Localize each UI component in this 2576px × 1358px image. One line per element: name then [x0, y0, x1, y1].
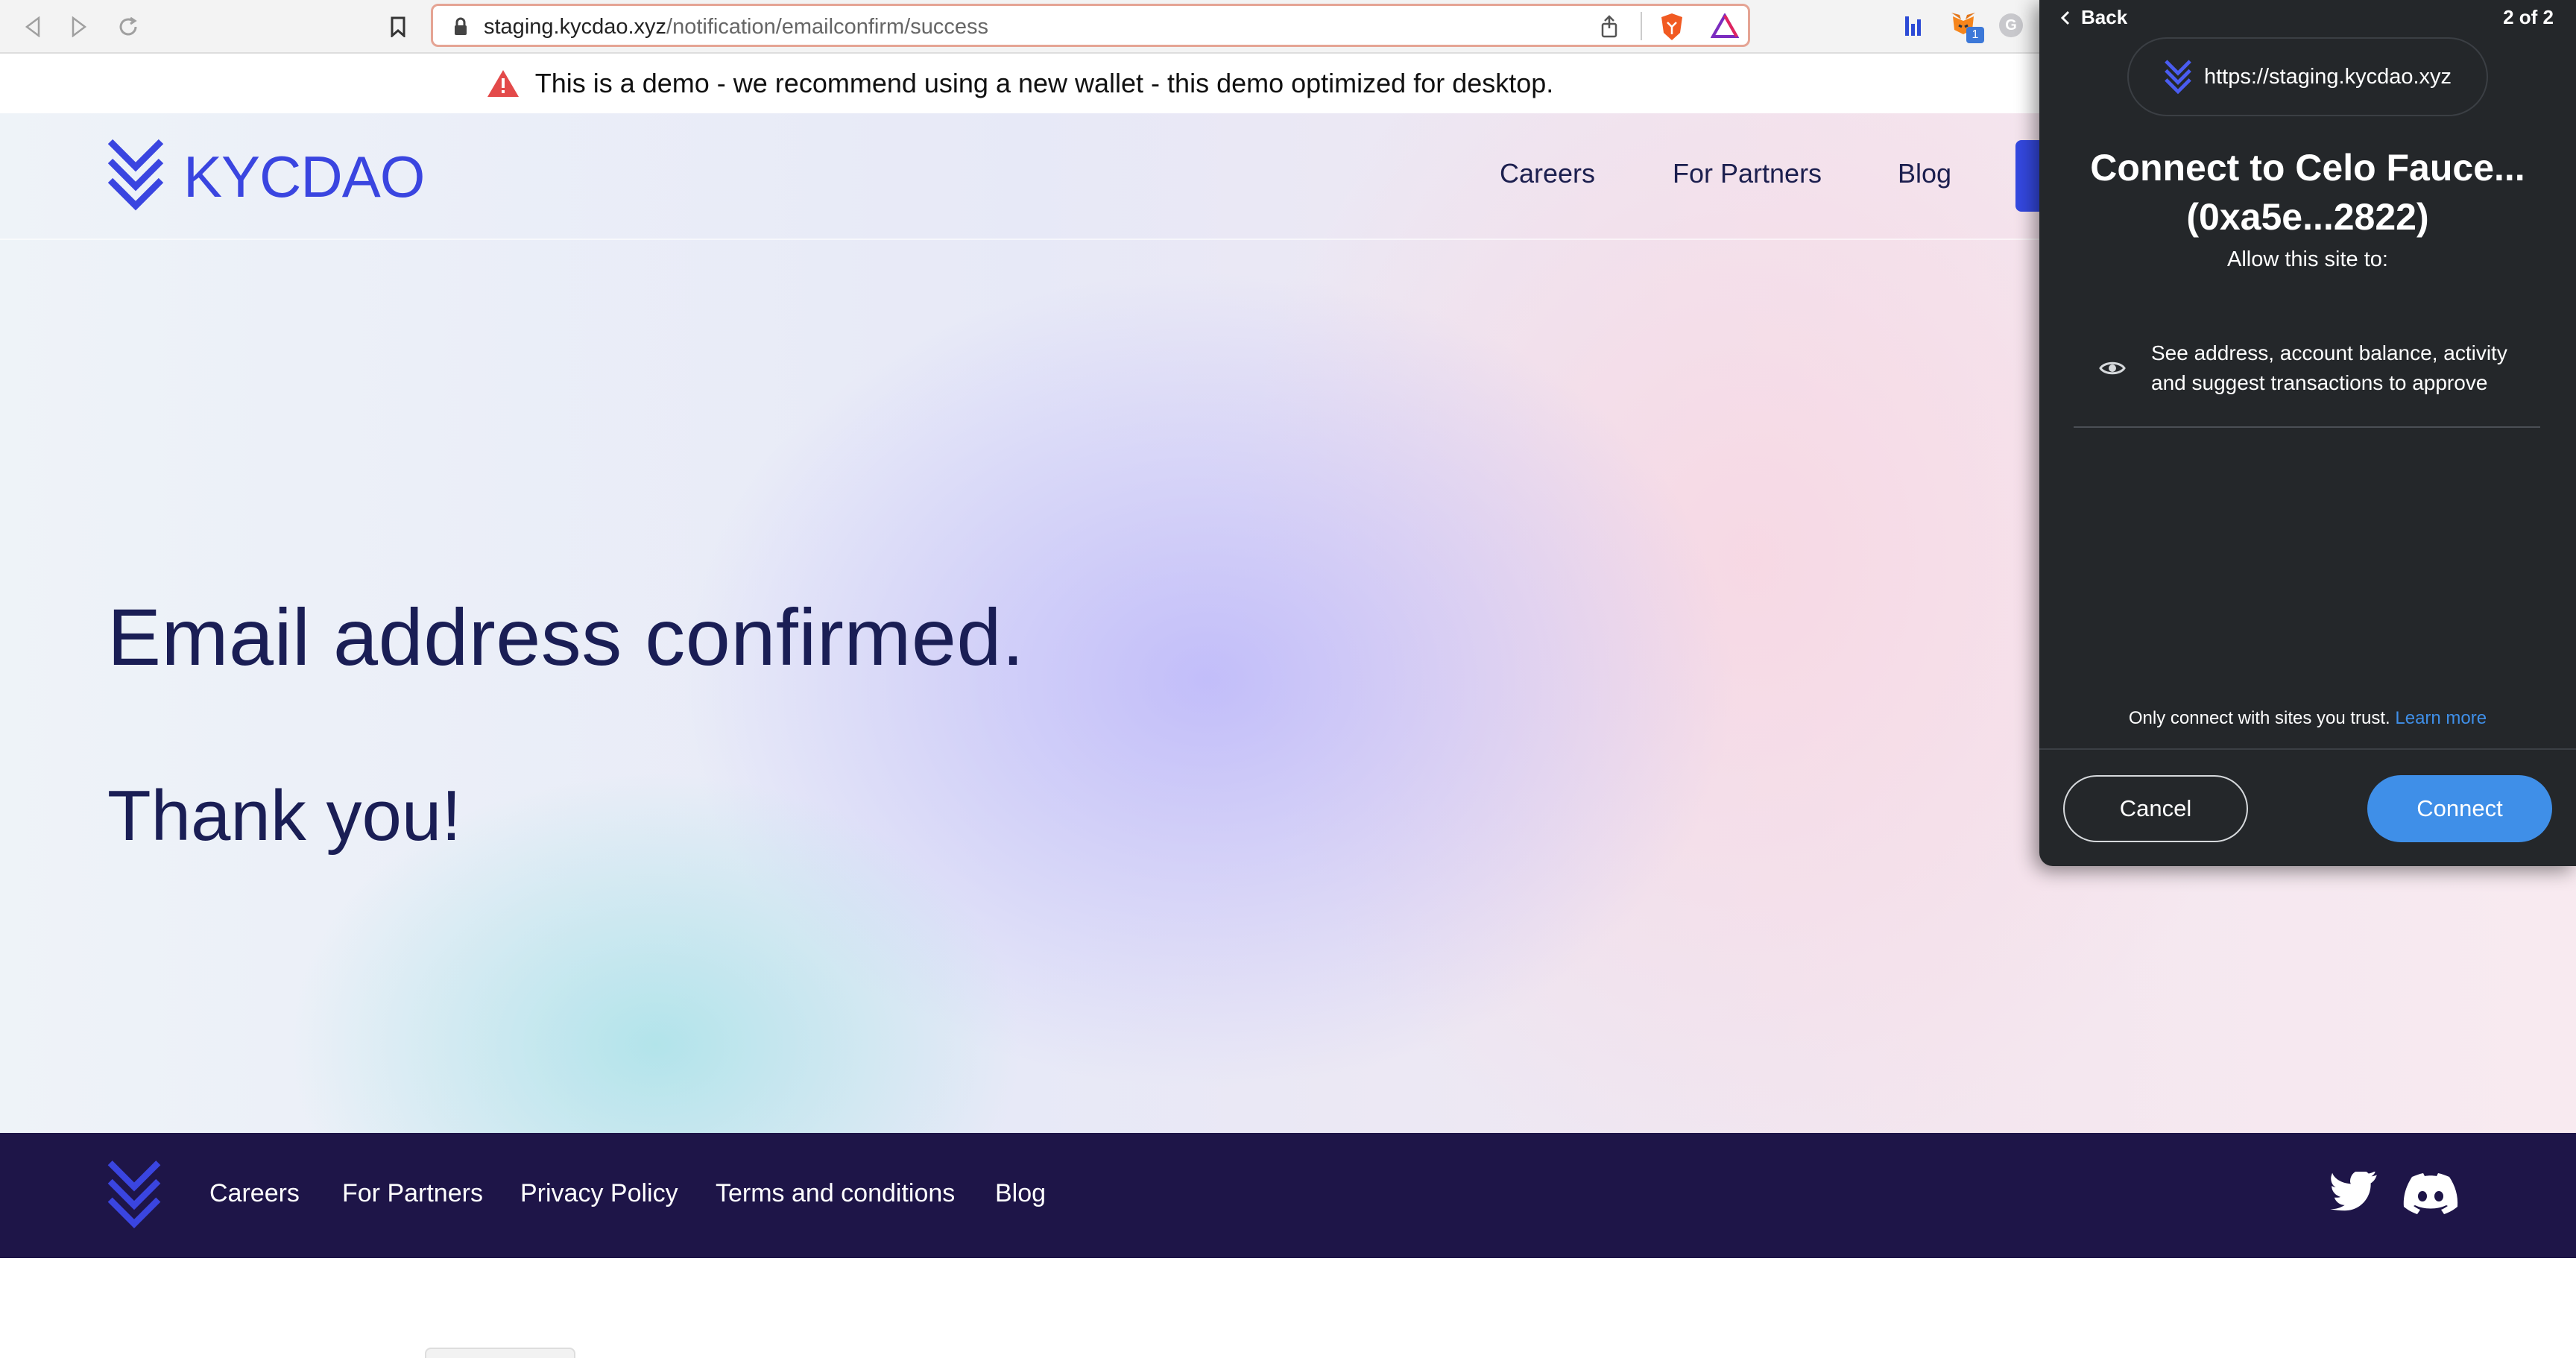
divider [2074, 426, 2540, 428]
bookmark-icon[interactable] [382, 10, 414, 43]
warning-icon [487, 70, 519, 97]
thank-you-text: Thank you! [107, 776, 461, 856]
learn-more-link[interactable]: Learn more [2395, 708, 2487, 728]
site-footer: Careers For Partners Privacy Policy Term… [0, 1133, 2576, 1258]
chevron-left-icon [2060, 10, 2070, 25]
page-title: Email address confirmed. [107, 592, 1025, 682]
wallet-connect-popup: Back 2 of 2 https://staging.kycdao.xyz C… [2039, 0, 2576, 866]
bottom-tab-stub [425, 1348, 575, 1358]
nav-careers[interactable]: Careers [1500, 158, 1595, 189]
extension-bars-icon[interactable] [1904, 13, 1923, 39]
footer-terms[interactable]: Terms and conditions [716, 1179, 955, 1208]
trust-text: Only connect with sites you trust. [2128, 708, 2390, 728]
connect-button[interactable]: Connect [2367, 775, 2552, 842]
permission-text: See address, account balance, activity a… [2151, 341, 2507, 394]
footer-for-partners[interactable]: For Partners [342, 1179, 483, 1208]
footer-blog[interactable]: Blog [995, 1179, 1046, 1208]
kycdao-logo-icon[interactable] [106, 136, 165, 213]
demo-banner: This is a demo - we recommend using a ne… [0, 54, 2039, 113]
nav-blog[interactable]: Blog [1898, 158, 1951, 189]
back-label: Back [2081, 6, 2128, 28]
nav-for-partners[interactable]: For Partners [1673, 158, 1822, 189]
profile-avatar[interactable]: G [1999, 13, 2023, 37]
site-url: https://staging.kycdao.xyz [2203, 64, 2452, 89]
popup-title-line2: (0xa5e...2822) [2186, 196, 2429, 238]
footer-logo-icon[interactable] [106, 1157, 162, 1231]
back-button[interactable]: Back [2060, 6, 2127, 29]
footer-careers[interactable]: Careers [209, 1179, 300, 1208]
cancel-button[interactable]: Cancel [2063, 775, 2248, 842]
popup-title: Connect to Celo Fauce... (0xa5e...2822) [2039, 143, 2576, 241]
allow-label: Allow this site to: [2227, 247, 2388, 271]
demo-banner-text: This is a demo - we recommend using a ne… [534, 68, 1554, 98]
url-domain: staging.kycdao.xyz [484, 15, 667, 39]
twitter-icon[interactable] [2330, 1172, 2379, 1213]
trust-notice: Only connect with sites you trust. Learn… [2039, 708, 2576, 729]
address-bar[interactable]: staging.kycdao.xyz/notification/emailcon… [431, 4, 1750, 47]
url-text: staging.kycdao.xyz/notification/emailcon… [484, 15, 988, 40]
site-favicon-icon [2165, 60, 2191, 95]
popup-title-line1: Connect to Celo Fauce... [2090, 147, 2525, 189]
forward-arrow-icon[interactable] [63, 10, 95, 43]
permission-item: See address, account balance, activity a… [2099, 338, 2546, 398]
reload-icon[interactable] [112, 10, 145, 43]
lock-icon [455, 17, 467, 35]
discord-icon[interactable] [2403, 1173, 2458, 1215]
footer-privacy-policy[interactable]: Privacy Policy [520, 1179, 678, 1208]
button-divider [2039, 748, 2576, 750]
url-path: /notification/emailconfirm/success [666, 15, 988, 39]
share-icon[interactable] [1599, 15, 1620, 39]
extension-badge: 1 [1966, 27, 1984, 43]
brave-shield-icon[interactable] [1658, 12, 1685, 42]
eye-icon [2099, 361, 2126, 375]
url-divider [1641, 12, 1642, 40]
logo-wordmark[interactable]: KYCDAO [183, 143, 425, 211]
back-arrow-icon[interactable] [16, 10, 49, 43]
brave-rewards-icon[interactable] [1711, 13, 1739, 39]
page-counter: 2 of 2 [2503, 6, 2554, 28]
site-origin-pill: https://staging.kycdao.xyz [2127, 37, 2488, 116]
